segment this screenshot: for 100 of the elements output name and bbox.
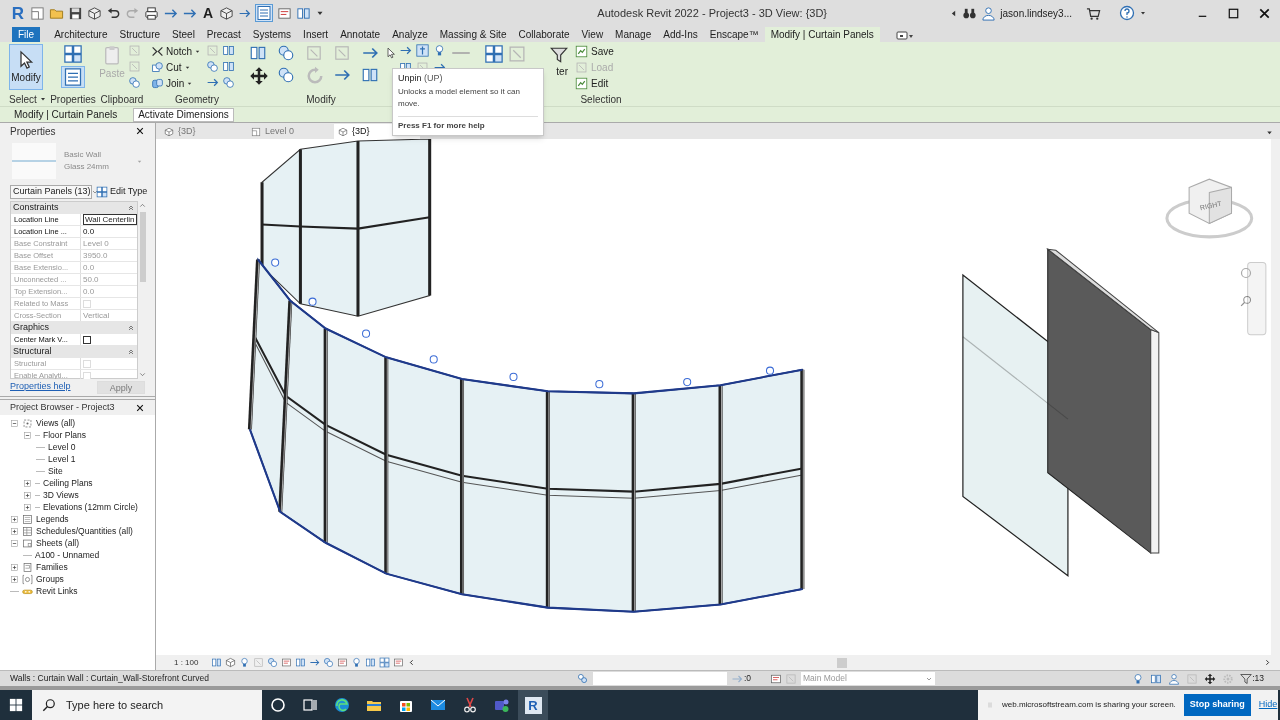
thin-lines-icon[interactable] xyxy=(255,4,274,22)
ribbon-tab[interactable]: View xyxy=(575,27,610,42)
close-icon[interactable] xyxy=(135,126,145,136)
ribbon-tab[interactable]: Insert xyxy=(297,27,335,42)
properties-icon[interactable] xyxy=(61,66,85,88)
group-icon[interactable] xyxy=(484,44,504,64)
scrollbar[interactable] xyxy=(1270,139,1280,655)
browser-item[interactable]: Families xyxy=(36,560,68,574)
browser-item[interactable]: Site xyxy=(48,464,63,478)
search-circle-icon[interactable] xyxy=(270,697,286,713)
type-properties-icon[interactable] xyxy=(62,44,84,64)
view-scale[interactable]: 1 : 100 xyxy=(174,656,208,669)
selection-tool[interactable]: Edit xyxy=(575,76,614,91)
file-tab[interactable]: File xyxy=(12,27,41,42)
ribbon-tab[interactable]: Massing & Site xyxy=(433,27,513,42)
app-logo[interactable]: R xyxy=(10,4,26,22)
revit-taskbar-button[interactable]: R xyxy=(518,690,548,720)
expand-toggle-icon[interactable] xyxy=(23,478,32,488)
geometry-tool[interactable]: Join xyxy=(151,76,202,91)
chevron-right-icon[interactable] xyxy=(1263,658,1272,667)
search-field[interactable]: Type here to search xyxy=(66,696,246,714)
ribbon-tab[interactable]: Collaborate xyxy=(512,27,576,42)
caret-icon[interactable] xyxy=(38,95,47,103)
collapse-icon[interactable] xyxy=(127,204,135,212)
collapse-icon[interactable] xyxy=(127,324,135,332)
collapse-toggle-icon[interactable] xyxy=(23,430,32,440)
filter-icon[interactable] xyxy=(550,46,568,64)
collapse-icon[interactable] xyxy=(127,348,135,356)
filter-label[interactable]: ter xyxy=(556,64,568,79)
browser-item[interactable]: Floor Plans xyxy=(43,428,86,442)
dropdown-icon[interactable] xyxy=(1265,128,1274,137)
modify-button[interactable]: Modify xyxy=(9,44,43,90)
bulb-icon[interactable] xyxy=(433,44,446,57)
property-field[interactable]: Wall Centerlin xyxy=(83,214,137,225)
properties-help-link[interactable]: Properties help xyxy=(10,380,71,394)
ribbon-tab[interactable]: Architecture xyxy=(48,27,114,42)
browser-item[interactable]: 3D Views xyxy=(43,488,79,502)
expand-toggle-icon[interactable] xyxy=(10,514,19,524)
user-name[interactable]: jason.lindsey3... xyxy=(1000,5,1072,21)
browser-icon[interactable] xyxy=(334,697,350,713)
property-value[interactable]: 0.0 xyxy=(83,225,95,238)
ribbon-tab[interactable]: Structure xyxy=(113,27,167,42)
ribbon-tab[interactable]: Annotate xyxy=(334,27,387,42)
undo-icon[interactable] xyxy=(106,5,121,21)
browser-item[interactable]: Groups xyxy=(36,572,64,586)
ribbon-tab[interactable]: Precast xyxy=(200,27,247,42)
move-icon[interactable] xyxy=(249,66,269,86)
selection-tool[interactable]: Save xyxy=(575,44,614,59)
browser-item[interactable]: Legends xyxy=(36,512,69,526)
expand-toggle-icon[interactable] xyxy=(23,502,32,512)
collapse-toggle-icon[interactable] xyxy=(10,418,19,428)
curtain-wall-drawing[interactable] xyxy=(247,139,805,613)
save-icon[interactable] xyxy=(68,5,83,21)
geometry-tool[interactable]: Cut xyxy=(151,60,202,75)
hide-link[interactable]: Hide xyxy=(1258,698,1278,712)
cart-icon[interactable] xyxy=(1086,5,1101,21)
browser-item[interactable]: Elevations (12mm Circle) xyxy=(43,500,138,514)
start-icon[interactable] xyxy=(9,698,23,712)
ribbon-tab[interactable]: Steel xyxy=(166,27,201,42)
chat-app-icon[interactable] xyxy=(494,697,510,713)
pin-icon[interactable] xyxy=(416,44,429,57)
ribbon-tab[interactable]: Modify | Curtain Panels xyxy=(764,27,880,42)
browser-item[interactable]: Level 0 xyxy=(48,440,76,454)
expand-toggle-icon[interactable] xyxy=(10,562,19,572)
task-view-icon[interactable] xyxy=(302,697,318,713)
tab-window-icon[interactable] xyxy=(30,5,45,21)
browser-item[interactable]: Schedules/Quantities (all) xyxy=(36,524,133,538)
expand-toggle-icon[interactable] xyxy=(23,490,32,500)
property-checkbox[interactable] xyxy=(83,335,91,344)
browser-item[interactable]: A100 - Unnamed xyxy=(35,548,100,562)
browser-item[interactable]: Level 1 xyxy=(48,452,76,466)
stop-sharing-button[interactable]: Stop sharing xyxy=(1183,694,1251,716)
activate-dimensions-button[interactable]: Activate Dimensions xyxy=(133,107,234,122)
chevron-left-icon[interactable] xyxy=(407,658,416,667)
expand-toggle-icon[interactable] xyxy=(10,574,19,584)
caret-icon[interactable] xyxy=(1139,9,1147,17)
ribbon-tab[interactable]: Analyze xyxy=(386,27,434,42)
ribbon-tab[interactable]: Manage xyxy=(609,27,658,42)
browser-item[interactable]: Revit Links xyxy=(36,584,78,598)
browser-item[interactable]: Ceiling Plans xyxy=(43,476,93,490)
scrollbar-thumb[interactable] xyxy=(837,657,847,668)
expand-toggle-icon[interactable] xyxy=(10,526,19,536)
text-tool[interactable]: A xyxy=(201,6,216,20)
close-icon[interactable] xyxy=(135,402,145,413)
help-icon[interactable] xyxy=(1119,5,1135,21)
ribbon-tab[interactable]: Add-Ins xyxy=(657,27,704,42)
edit-type-button[interactable]: Edit Type xyxy=(96,185,148,199)
solid-panel-drawing[interactable] xyxy=(1045,248,1160,555)
ribbon-tab[interactable]: Systems xyxy=(246,27,298,42)
browser-item[interactable]: Sheets (all) xyxy=(36,536,79,550)
mail-icon[interactable] xyxy=(430,697,446,713)
panel-toggle-icon[interactable] xyxy=(893,29,914,41)
apply-button[interactable]: Apply xyxy=(97,380,145,394)
ribbon-tab[interactable]: Enscape™ xyxy=(703,27,765,42)
search-box[interactable]: Type here to search xyxy=(32,690,262,720)
collapse-toggle-icon[interactable] xyxy=(10,538,19,548)
geometry-tool[interactable]: Notch xyxy=(151,44,202,59)
3d-view-icon[interactable] xyxy=(219,5,235,21)
print-icon[interactable] xyxy=(144,5,159,21)
browser-item[interactable]: Views (all) xyxy=(36,416,76,430)
